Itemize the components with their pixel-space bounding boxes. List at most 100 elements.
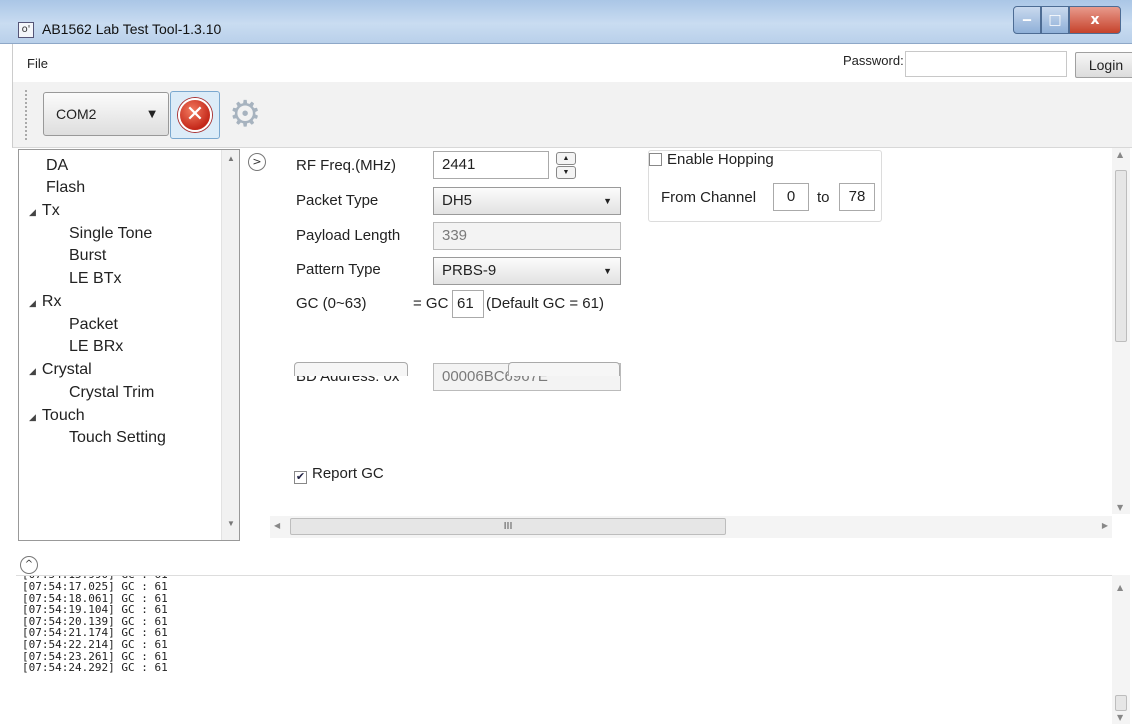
tree-item[interactable]: ◢ Rx <box>29 292 61 313</box>
log-scrollbar[interactable]: ▲ ▼ <box>1112 575 1130 724</box>
gear-icon: ⚙ <box>229 94 262 135</box>
tree-item-label: Crystal Trim <box>69 384 155 401</box>
payload-length-label: Payload Length <box>296 227 401 244</box>
payload-length-input: 339 <box>433 222 621 250</box>
enable-hopping-checkbox[interactable]: Enable Hopping <box>649 151 774 168</box>
menu-bar: File Password: Login <box>12 44 1132 82</box>
title-bar: o' AB1562 Lab Test Tool-1.3.10 ‒ □ x <box>0 0 1132 44</box>
start-button-partial[interactable] <box>294 362 408 376</box>
rf-freq-input[interactable]: 2441 <box>433 151 549 179</box>
window-title: AB1562 Lab Test Tool-1.3.10 <box>42 21 222 37</box>
tree-item[interactable]: DA <box>46 156 68 176</box>
scroll-up-icon[interactable]: ▲ <box>227 154 235 163</box>
stop-button-partial[interactable] <box>508 362 620 376</box>
form-horizontal-scrollbar[interactable]: ◀ III ▶ <box>270 516 1112 538</box>
scroll-thumb[interactable] <box>1115 170 1127 342</box>
tree-item[interactable]: Flash <box>46 178 85 198</box>
function-tree: DA Flash ◢ Tx Single Tone Burst LE BTx ◢ Rx Packe… <box>18 149 240 541</box>
expanded-triangle-icon[interactable]: ◢ <box>29 412 36 422</box>
tree-item[interactable]: ◢ Crystal <box>29 360 92 381</box>
log-line: [07:54:17.025] GC : 61 <box>22 580 168 593</box>
menu-file[interactable]: File <box>27 56 48 71</box>
tree-item-label: Burst <box>69 247 107 264</box>
tree-item[interactable]: Crystal Trim <box>69 383 154 403</box>
to-channel-input[interactable]: 78 <box>839 183 875 211</box>
stepper-up-icon[interactable]: ▲ <box>556 152 576 165</box>
tree-scrollbar[interactable]: ▲ ▼ <box>221 150 239 540</box>
scroll-down-icon[interactable]: ▼ <box>1117 713 1123 722</box>
scroll-up-icon[interactable]: ▲ <box>1117 583 1123 592</box>
scroll-up-icon[interactable]: ▲ <box>1117 150 1123 159</box>
disconnect-button[interactable]: ✕ <box>170 91 220 139</box>
report-gc-label: Report GC <box>312 465 384 482</box>
scroll-down-icon[interactable]: ▼ <box>227 519 235 528</box>
from-channel-input[interactable]: 0 <box>773 183 809 211</box>
close-button[interactable]: x <box>1069 6 1121 34</box>
scroll-left-icon[interactable]: ◀ <box>274 521 280 530</box>
pattern-type-value: PRBS-9 <box>442 262 497 279</box>
password-input[interactable] <box>905 51 1067 77</box>
minimize-button[interactable]: ‒ <box>1013 6 1041 34</box>
log-line: [07:54:24.292] GC : 61 <box>22 661 168 675</box>
expanded-triangle-icon[interactable]: ◢ <box>29 366 36 376</box>
gc-prefix: = GC <box>413 295 449 312</box>
com-port-select[interactable]: COM2 ▼ <box>43 92 169 136</box>
scroll-down-icon[interactable]: ▼ <box>1117 503 1123 512</box>
tree-item-label: Flash <box>46 179 86 196</box>
stop-icon: ✕ <box>178 98 212 132</box>
checkbox-unchecked-icon[interactable] <box>649 153 662 166</box>
expanded-triangle-icon[interactable]: ◢ <box>29 298 36 308</box>
tree-item[interactable]: ◢ Touch <box>29 406 85 427</box>
scroll-right-icon[interactable]: ▶ <box>1102 521 1108 530</box>
checkbox-checked-icon[interactable]: ✔ <box>294 471 307 484</box>
to-label: to <box>817 189 830 206</box>
form-vertical-scrollbar[interactable]: ▲ ▼ <box>1112 148 1130 514</box>
gc-input[interactable]: 61 <box>452 290 484 318</box>
tree-item[interactable]: ◢ Tx <box>29 201 60 222</box>
tree-item-label: Tx <box>41 202 60 219</box>
log-line: [07:54:23.261] GC : 61 <box>22 649 168 663</box>
tree-item[interactable]: Single Tone <box>69 224 152 244</box>
packet-type-label: Packet Type <box>296 192 379 209</box>
burst-settings-panel: RF Freq.(MHz) 2441 ▲ ▼ Packet Type DH5 ▼… <box>276 147 1116 513</box>
tree-item[interactable]: LE BTx <box>69 269 121 289</box>
stepper-down-icon[interactable]: ▼ <box>556 166 576 179</box>
gc-label: GC (0~63) <box>296 295 367 312</box>
settings-button[interactable]: ⚙ <box>223 91 271 139</box>
tree-item-label: LE BTx <box>69 270 122 287</box>
tree-item-label: Touch <box>41 407 85 424</box>
tree-item-label: DA <box>46 157 69 174</box>
tree-item[interactable]: Packet <box>69 315 118 335</box>
expand-panel-icon[interactable]: > <box>248 153 266 171</box>
com-port-value: COM2 <box>56 106 97 122</box>
toolbar-grip[interactable] <box>25 90 28 140</box>
tree-item-label: LE BRx <box>69 338 124 355</box>
chevron-down-icon: ▼ <box>148 109 156 120</box>
gc-default-hint: (Default GC = 61) <box>486 295 604 312</box>
report-gc-checkbox[interactable]: ✔ Report GC <box>294 465 384 484</box>
tree-item[interactable]: LE BRx <box>69 337 123 357</box>
expanded-triangle-icon[interactable]: ◢ <box>29 207 36 217</box>
login-button[interactable]: Login <box>1075 52 1132 78</box>
rf-freq-stepper[interactable]: ▲ ▼ <box>556 152 576 180</box>
log-line: [07:54:19.104] GC : 61 <box>22 603 168 617</box>
tree-item[interactable]: Burst <box>69 246 106 266</box>
scroll-thumb[interactable]: III <box>290 518 726 535</box>
collapse-log-icon[interactable]: ^ <box>20 556 38 574</box>
password-label: Password: <box>843 53 904 68</box>
pattern-type-label: Pattern Type <box>296 261 381 278</box>
rf-freq-label: RF Freq.(MHz) <box>296 157 396 174</box>
log-line: [07:54:21.174] GC : 61 <box>22 626 168 640</box>
tree-item-label: Rx <box>41 293 62 310</box>
scroll-thumb[interactable] <box>1115 695 1127 711</box>
pattern-type-select[interactable]: PRBS-9 ▼ <box>433 257 621 285</box>
tree-item-label: Single Tone <box>69 225 153 242</box>
chevron-down-icon: ▼ <box>603 266 612 276</box>
tree-item-label: Packet <box>69 316 118 333</box>
maximize-button[interactable]: □ <box>1041 6 1069 34</box>
log-output: [07:54:15.990] GC : 61 [07:54:17.025] GC… <box>16 575 1112 724</box>
tree-item-label: Touch Setting <box>69 429 166 446</box>
toolbar: COM2 ▼ ✕ ⚙ <box>12 82 1132 148</box>
tree-item[interactable]: Touch Setting <box>69 428 166 448</box>
packet-type-select[interactable]: DH5 ▼ <box>433 187 621 215</box>
